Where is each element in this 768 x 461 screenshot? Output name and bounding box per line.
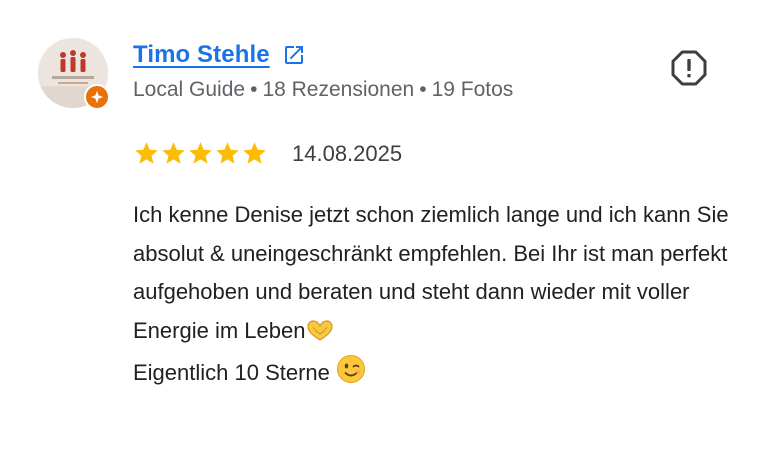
star-icon <box>135 142 158 164</box>
review-body: Ich kenne Denise jetzt schon ziemlich la… <box>133 196 743 397</box>
local-guide-label: Local Guide <box>133 78 246 101</box>
review-date: 14.08.2025 <box>292 140 403 166</box>
review-paragraph: Eigentlich 10 Sterne <box>133 354 743 397</box>
star-icon <box>162 142 185 164</box>
reviewer-header: Timo Stehle Local Guide • 18 Rezensionen • 1… <box>133 38 513 102</box>
meta-separator: • <box>250 78 258 101</box>
report-icon[interactable] <box>670 49 708 87</box>
review-paragraph: Ich kenne Denise jetzt schon ziemlich la… <box>133 196 743 354</box>
review-text-line: Ich kenne Denise jetzt schon ziemlich la… <box>133 202 729 343</box>
star-icon <box>243 142 266 164</box>
rating-row: 14.08.2025 <box>133 140 402 167</box>
winking-face-emoji <box>336 354 366 397</box>
reviewer-meta: Local Guide • 18 Rezensionen • 19 Fotos <box>133 78 513 102</box>
review-count: 18 Rezensionen <box>262 78 415 101</box>
meta-separator: • <box>419 78 427 101</box>
review-text-line: Eigentlich 10 Sterne <box>133 360 330 385</box>
heart-hands-emoji <box>305 316 335 355</box>
avatar[interactable] <box>38 38 110 110</box>
name-row: Timo Stehle <box>133 38 513 72</box>
local-guide-star-icon <box>84 84 110 110</box>
reviewer-name-link[interactable]: Timo Stehle <box>133 41 270 69</box>
external-link-icon[interactable] <box>282 43 306 67</box>
star-icon <box>216 142 239 164</box>
star-icon <box>189 142 212 164</box>
photo-count: 19 Fotos <box>431 78 514 101</box>
star-rating <box>133 140 268 167</box>
